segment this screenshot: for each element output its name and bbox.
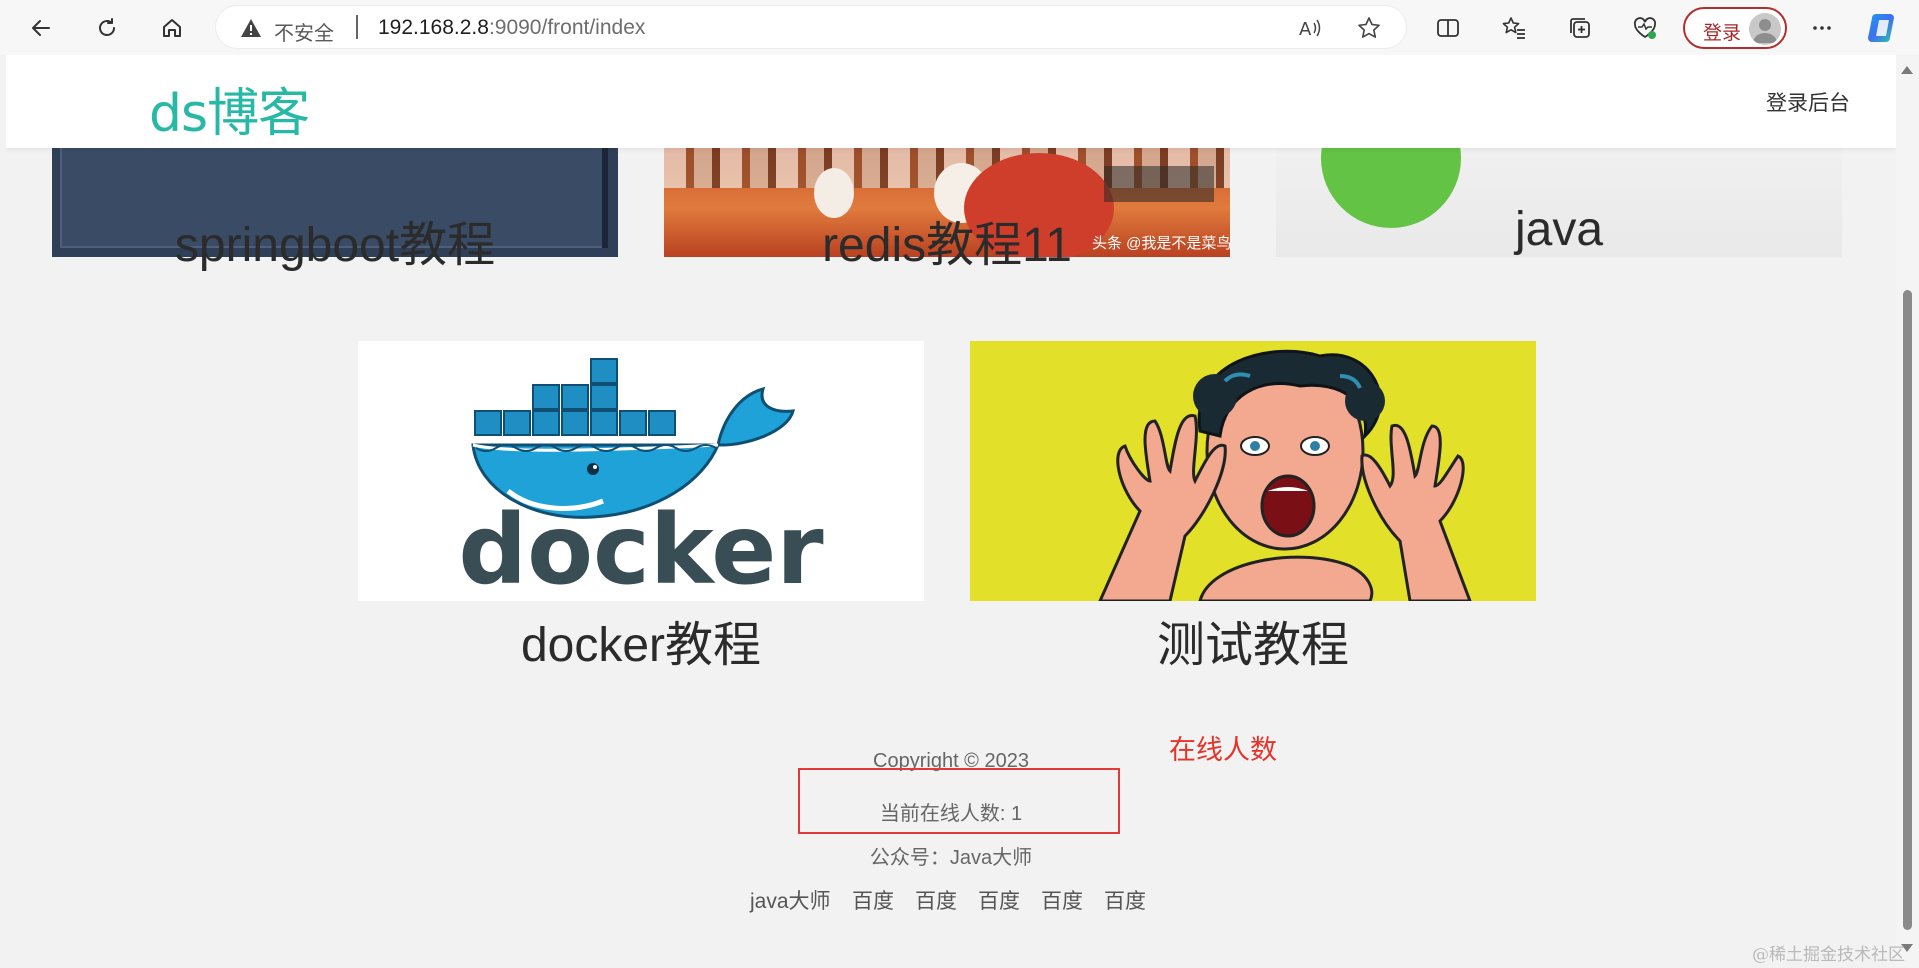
scroll-up-arrow-icon[interactable] (1901, 66, 1913, 74)
svg-text:A: A (1299, 19, 1312, 40)
split-screen-button[interactable] (1430, 10, 1466, 46)
footer-link-java[interactable]: java大师 (750, 885, 831, 915)
heart-pulse-icon (1633, 17, 1657, 39)
url-text[interactable]: 192.168.2.8:9090/front/index (378, 16, 645, 40)
read-aloud-icon[interactable]: A (1296, 15, 1322, 41)
user-silhouette-icon (1753, 19, 1777, 43)
profile-login-button[interactable]: 登录 (1683, 7, 1787, 49)
card-title-java[interactable]: java (1276, 202, 1842, 257)
docker-whale-logo: docker (458, 358, 824, 601)
footer-link-baidu-1[interactable]: 百度 (852, 885, 894, 915)
card-title-springboot[interactable]: springboot教程 (52, 205, 618, 275)
footer-link-baidu-2[interactable]: 百度 (915, 885, 957, 915)
footer-link-baidu-5[interactable]: 百度 (1104, 885, 1146, 915)
docker-wordmark: docker (458, 494, 824, 601)
address-separator (356, 15, 358, 39)
ellipsis-icon (1813, 26, 1831, 30)
page-viewport: springboot教程 头条 @我是不是菜鸟 redis教程11 java d… (6, 55, 1896, 968)
browser-toolbar: 不安全 192.168.2.8:9090/front/index A 登录 (0, 0, 1919, 55)
online-count-highlight-box (798, 768, 1120, 834)
online-count-annotation: 在线人数 (1169, 735, 1277, 765)
card-title-testing[interactable]: 测试教程 (970, 605, 1536, 675)
card-image-testing[interactable] (970, 341, 1536, 601)
footer-link-baidu-3[interactable]: 百度 (978, 885, 1020, 915)
surprised-woman-illustration (1098, 349, 1472, 601)
browser-essentials-button[interactable] (1627, 10, 1663, 46)
favorite-star-icon[interactable] (1356, 15, 1382, 41)
avatar (1749, 13, 1781, 45)
warning-icon (241, 19, 261, 37)
address-bar[interactable]: 不安全 192.168.2.8:9090/front/index A (216, 6, 1406, 48)
refresh-icon (99, 18, 115, 36)
favorites-list-icon (1502, 17, 1525, 39)
card-title-docker[interactable]: docker教程 (358, 605, 924, 675)
scrollbar-thumb[interactable] (1903, 290, 1912, 930)
home-icon (163, 19, 181, 37)
home-button[interactable] (153, 9, 191, 47)
card-title-redis[interactable]: redis教程11 (664, 205, 1230, 275)
refresh-button[interactable] (88, 9, 126, 47)
card-image-docker[interactable]: docker (358, 341, 924, 601)
admin-login-link[interactable]: 登录后台 (1766, 87, 1850, 117)
favorites-button[interactable] (1496, 10, 1532, 46)
insecure-label[interactable]: 不安全 (274, 17, 334, 46)
url-host: 192.168.2.8 (378, 16, 489, 39)
back-button[interactable] (22, 9, 60, 47)
collections-button[interactable] (1562, 10, 1598, 46)
site-header: ds博客 登录后台 (6, 55, 1896, 148)
footer-link-baidu-4[interactable]: 百度 (1041, 885, 1083, 915)
profile-login-label: 登录 (1703, 23, 1742, 44)
split-screen-icon (1437, 19, 1459, 37)
site-logo[interactable]: ds博客 (149, 71, 310, 146)
more-options-button[interactable] (1804, 10, 1840, 46)
copilot-icon[interactable] (1866, 10, 1902, 46)
wechat-account-text: 公众号：Java大师 (869, 847, 1033, 869)
url-path: :9090/front/index (488, 16, 646, 39)
collections-icon (1570, 18, 1590, 38)
back-arrow-icon (32, 20, 50, 36)
watermark-text: @稀土掘金技术社区 (1752, 945, 1905, 965)
